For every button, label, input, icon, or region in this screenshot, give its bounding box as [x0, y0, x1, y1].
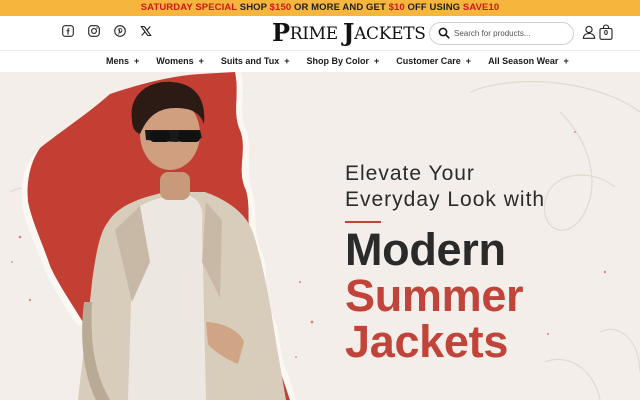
expand-plus-icon: +	[198, 56, 204, 66]
main-nav: Mens + Womens + Suits and Tux + Shop By Col…	[0, 50, 640, 72]
expand-plus-icon: +	[465, 56, 472, 66]
nav-item-womens[interactable]: Womens +	[156, 54, 204, 68]
promo-bar: SATURDAY SPECIAL SHOP $150 OR MORE AND G…	[0, 0, 640, 16]
promo-text: SHOP	[237, 2, 270, 13]
logo-text: ACKETS	[354, 24, 426, 44]
nav-item-label: Womens	[156, 56, 194, 66]
promo-threshold: $150	[269, 2, 292, 13]
search-box	[429, 22, 574, 45]
nav-item-suits-and-tux[interactable]: Suits and Tux +	[221, 54, 290, 68]
instagram-icon[interactable]	[88, 25, 100, 37]
nav-item-mens[interactable]: Mens +	[106, 54, 139, 68]
expand-plus-icon: +	[374, 56, 380, 66]
site-header: PRIME JACKETS 0	[0, 16, 640, 50]
hero-subheading-line2: Everyday Look with	[345, 188, 546, 211]
site-logo[interactable]: PRIME JACKETS	[272, 20, 426, 46]
promo-discount: $10	[388, 2, 405, 13]
hero-title-line1: Modern	[345, 224, 506, 275]
nav-item-all-season-wear[interactable]: All Season Wear +	[488, 54, 569, 68]
social-links	[62, 25, 152, 37]
nav-item-label: Shop By Color	[306, 56, 370, 66]
promo-code: SAVE10	[462, 2, 500, 13]
search-input[interactable]	[454, 26, 566, 41]
account-icon[interactable]	[582, 25, 596, 39]
hero-banner[interactable]: Elevate Your Everyday Look with Modern S…	[0, 72, 640, 400]
cart-button[interactable]: 0	[599, 24, 613, 40]
cart-count: 0	[603, 28, 609, 37]
promo-text: OR MORE AND GET	[291, 2, 389, 13]
hero-title-line2: Summer	[345, 270, 524, 321]
x-icon[interactable]	[140, 25, 152, 37]
nav-item-customer-care[interactable]: Customer Care +	[396, 54, 471, 68]
logo-letter: P	[272, 18, 290, 47]
nav-item-shop-by-color[interactable]: Shop By Color +	[307, 54, 380, 68]
search-icon[interactable]	[438, 27, 450, 39]
hero-accent-divider	[345, 221, 381, 223]
facebook-icon[interactable]	[62, 25, 74, 37]
logo-letter: J	[343, 18, 355, 47]
nav-item-label: Suits and Tux	[220, 56, 280, 66]
pinterest-icon[interactable]	[114, 25, 126, 37]
hero-title-line3: Jackets	[345, 316, 509, 367]
nav-item-label: Customer Care	[396, 56, 461, 66]
expand-plus-icon: +	[134, 56, 140, 66]
nav-item-label: Mens	[106, 56, 130, 66]
expand-plus-icon: +	[284, 56, 290, 66]
expand-plus-icon: +	[563, 56, 569, 66]
hero-subheading-line1: Elevate Your	[345, 162, 475, 185]
nav-item-label: All Season Wear	[488, 56, 559, 66]
promo-text: OFF USING	[404, 2, 463, 13]
logo-text: RIME	[289, 24, 343, 44]
promo-label: SATURDAY SPECIAL	[140, 2, 238, 13]
hero-headline: Elevate Your Everyday Look with Modern S…	[345, 161, 635, 365]
